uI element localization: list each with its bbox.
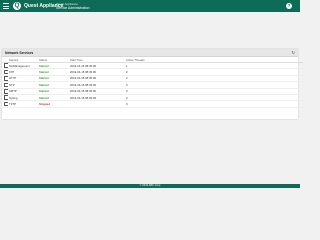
row-checkbox-icon[interactable] [4, 63, 8, 68]
table-row[interactable]: TFTP Stopped 0 [2, 100, 303, 108]
row-select[interactable] [2, 81, 8, 89]
row-select[interactable] [2, 75, 8, 83]
row-checkbox-icon[interactable] [4, 69, 8, 75]
app-subtitle: Quest Appliance [56, 1, 78, 6]
row-checkbox-icon[interactable] [4, 76, 8, 81]
row-checkbox-icon[interactable] [4, 95, 8, 100]
service-name: TFTP [8, 100, 38, 108]
row-select[interactable] [2, 68, 8, 76]
network-services-card: Network Services ↻ Service Status Start … [2, 49, 303, 119]
service-active-threads: 0 [125, 100, 303, 108]
services-table: Service Status Start Time Active Threads… [2, 57, 303, 108]
service-status: Stopped [38, 100, 69, 108]
app-titles: Quest Appliance Service Administration [56, 2, 90, 10]
row-checkbox-icon[interactable] [4, 82, 8, 87]
card-header: Network Services ↻ [2, 49, 298, 57]
app-title: Service Administration [56, 5, 90, 10]
card-title: Network Services [5, 50, 34, 55]
footer: © 2019 ABC Corp [0, 184, 300, 188]
row-select[interactable] [2, 100, 8, 108]
help-icon[interactable]: ? [286, 3, 292, 9]
top-app-bar: Q Quest Appliance Quest Appliance Servic… [0, 0, 300, 12]
row-select[interactable] [2, 62, 8, 70]
hamburger-menu-icon[interactable] [3, 3, 9, 9]
row-select[interactable] [2, 94, 8, 102]
row-checkbox-icon[interactable] [4, 88, 8, 94]
refresh-icon[interactable]: ↻ [292, 50, 295, 55]
row-select[interactable] [2, 88, 8, 95]
service-start-time [69, 100, 125, 108]
row-checkbox-icon[interactable] [4, 101, 8, 107]
brand-logo-icon: Q [13, 2, 21, 10]
